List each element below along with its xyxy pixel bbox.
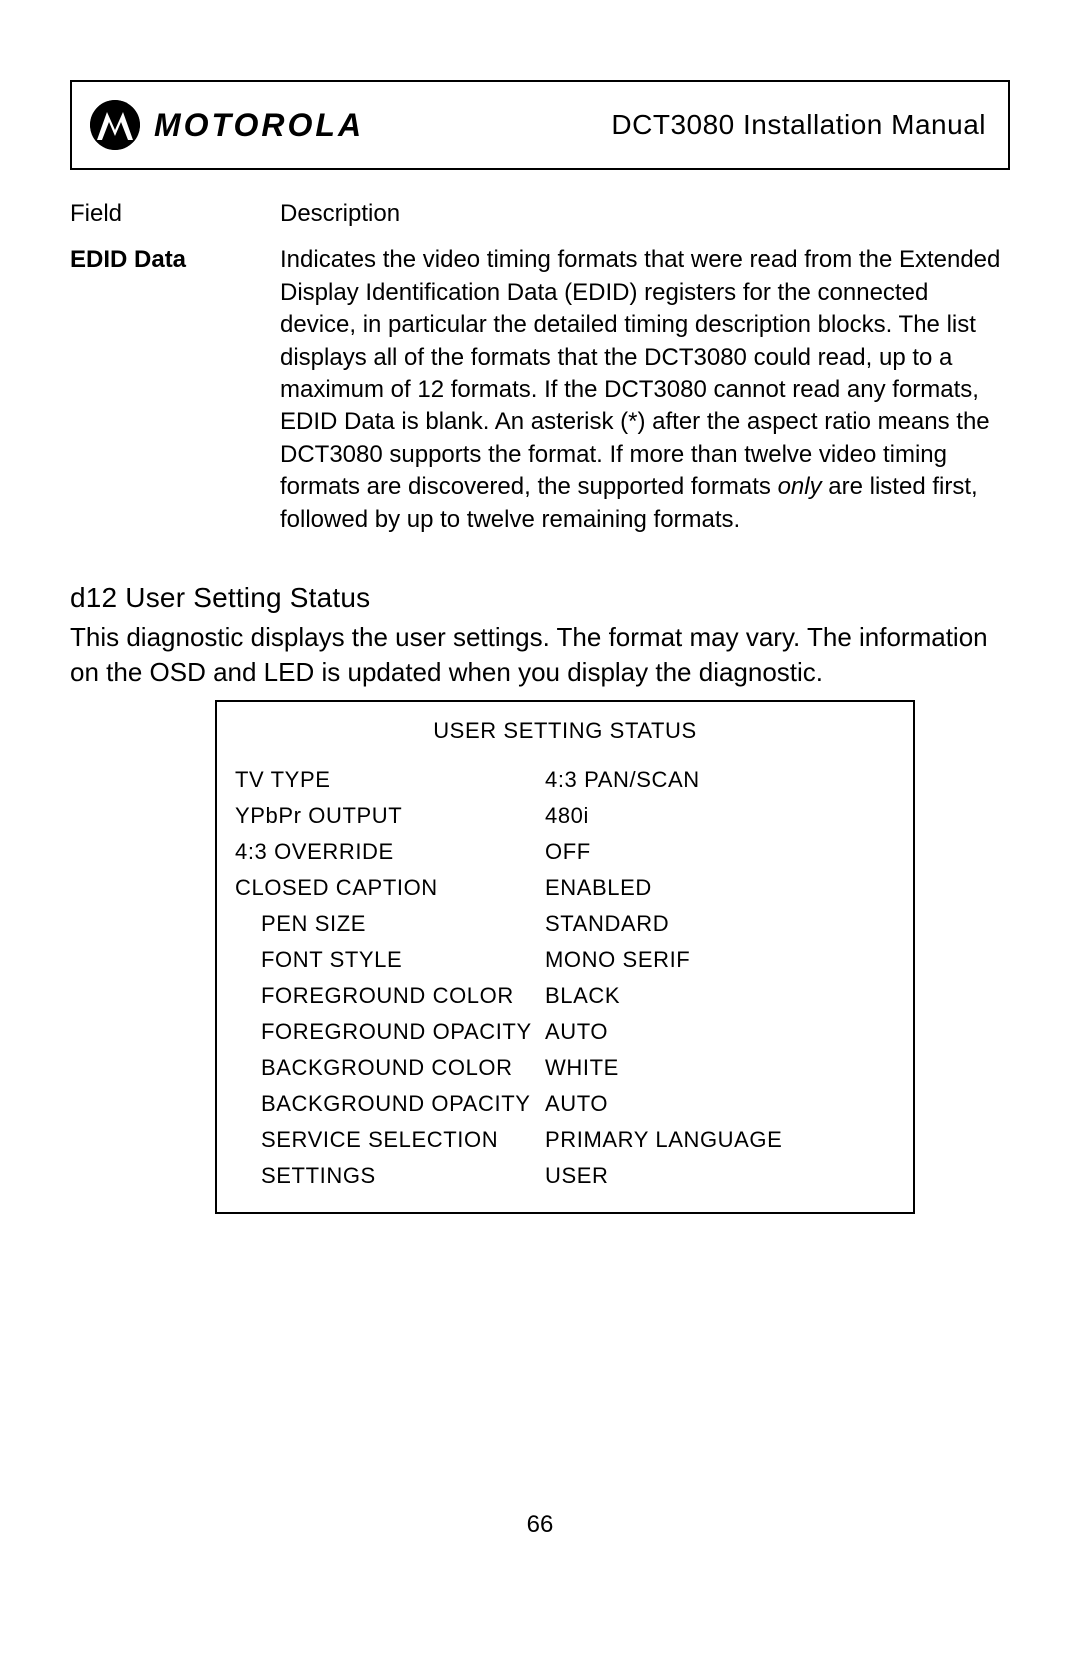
status-label: FOREGROUND COLOR: [235, 983, 545, 1009]
page-header: MOTOROLA DCT3080 Installation Manual: [70, 80, 1010, 170]
status-value: MONO SERIF: [545, 947, 895, 973]
column-header-description: Description: [280, 198, 1010, 230]
status-label: TV TYPE: [235, 767, 545, 793]
status-value: 480i: [545, 803, 895, 829]
status-value: PRIMARY LANGUAGE: [545, 1127, 895, 1153]
brand: MOTOROLA: [90, 100, 364, 150]
status-value: 4:3 PAN/SCAN: [545, 767, 895, 793]
status-label: FOREGROUND OPACITY: [235, 1019, 545, 1045]
status-row: FOREGROUND COLORBLACK: [235, 978, 895, 1014]
page-number: 66: [0, 1511, 1080, 1539]
status-row: SETTINGSUSER: [235, 1158, 895, 1194]
status-value: BLACK: [545, 983, 895, 1009]
field-description-edid-data: Indicates the video timing formats that …: [280, 230, 1010, 536]
document-title: DCT3080 Installation Manual: [611, 109, 986, 141]
section-heading: d12 User Setting Status: [70, 582, 1010, 614]
status-value: ENABLED: [545, 875, 895, 901]
field-description-table: Field Description EDID Data Indicates th…: [70, 198, 1010, 536]
status-row: YPbPr OUTPUT480i: [235, 798, 895, 834]
status-row: BACKGROUND COLORWHITE: [235, 1050, 895, 1086]
field-name-edid-data: EDID Data: [70, 230, 270, 536]
status-row: FONT STYLEMONO SERIF: [235, 942, 895, 978]
status-value: AUTO: [545, 1091, 895, 1117]
status-label: 4:3 OVERRIDE: [235, 839, 545, 865]
user-setting-status-box: USER SETTING STATUS TV TYPE4:3 PAN/SCANY…: [215, 700, 915, 1214]
status-row: PEN SIZESTANDARD: [235, 906, 895, 942]
status-label: SERVICE SELECTION: [235, 1127, 545, 1153]
status-row: TV TYPE4:3 PAN/SCAN: [235, 762, 895, 798]
status-row: CLOSED CAPTIONENABLED: [235, 870, 895, 906]
section-body: This diagnostic displays the user settin…: [70, 620, 1010, 690]
brand-name: MOTOROLA: [154, 107, 364, 144]
status-value: AUTO: [545, 1019, 895, 1045]
status-label: SETTINGS: [235, 1163, 545, 1189]
status-value: STANDARD: [545, 911, 895, 937]
status-row: 4:3 OVERRIDEOFF: [235, 834, 895, 870]
status-label: CLOSED CAPTION: [235, 875, 545, 901]
manual-page: MOTOROLA DCT3080 Installation Manual Fie…: [0, 0, 1080, 1669]
status-label: BACKGROUND OPACITY: [235, 1091, 545, 1117]
status-value: USER: [545, 1163, 895, 1189]
status-row: BACKGROUND OPACITYAUTO: [235, 1086, 895, 1122]
status-row: FOREGROUND OPACITYAUTO: [235, 1014, 895, 1050]
motorola-logo-icon: [90, 100, 140, 150]
desc-text-1: Indicates the video timing formats that …: [280, 246, 1000, 500]
status-label: PEN SIZE: [235, 911, 545, 937]
status-label: FONT STYLE: [235, 947, 545, 973]
status-box-title: USER SETTING STATUS: [235, 718, 895, 744]
column-header-field: Field: [70, 198, 270, 230]
status-row: SERVICE SELECTIONPRIMARY LANGUAGE: [235, 1122, 895, 1158]
desc-text-italic: only: [778, 473, 822, 500]
status-value: WHITE: [545, 1055, 895, 1081]
status-label: BACKGROUND COLOR: [235, 1055, 545, 1081]
status-value: OFF: [545, 839, 895, 865]
status-label: YPbPr OUTPUT: [235, 803, 545, 829]
status-rows-container: TV TYPE4:3 PAN/SCANYPbPr OUTPUT480i4:3 O…: [235, 762, 895, 1194]
